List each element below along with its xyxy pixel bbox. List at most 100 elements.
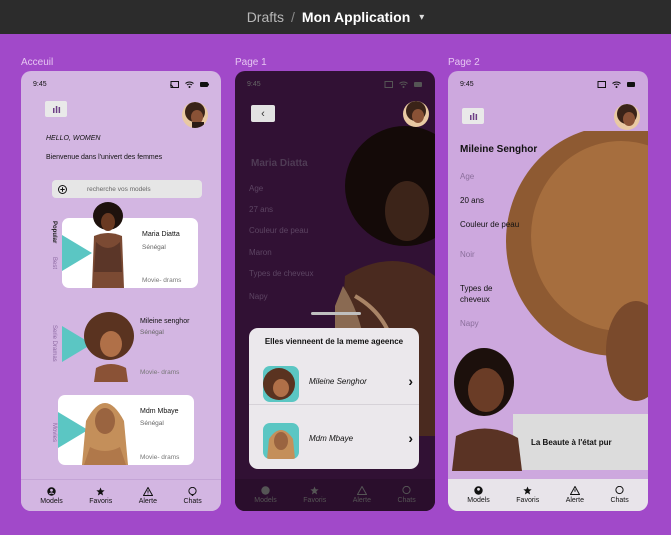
menu-button[interactable] <box>45 101 67 117</box>
chevron-down-icon[interactable]: ▾ <box>419 12 424 23</box>
phone-frame-page2: 9:45 Mileine Senghor Age 20 ans Couleur … <box>448 71 648 511</box>
search-input[interactable]: recherche vos models <box>52 180 202 198</box>
frame-label-page1[interactable]: Page 1 <box>235 57 267 68</box>
model-photo <box>82 403 128 465</box>
tab-favoris[interactable]: Favoris <box>89 486 112 505</box>
cast-icon <box>597 80 606 88</box>
category-best[interactable]: Best <box>51 257 57 269</box>
model-genre: Movie- drams <box>142 277 182 284</box>
tab-chats[interactable]: Chats <box>183 486 202 505</box>
status-time: 9:45 <box>247 80 261 88</box>
model-country: Sénégal <box>142 244 166 251</box>
tab-models[interactable]: Models <box>467 486 490 504</box>
tab-favoris[interactable]: Favoris <box>303 486 326 504</box>
add-circle-icon[interactable] <box>58 184 67 194</box>
model-card[interactable]: Maria Diatta Sénégal Movie- drams <box>62 202 198 288</box>
greeting: HELLO, WOMEN <box>46 135 101 142</box>
chat-bubble-icon <box>188 486 197 496</box>
tab-bar: Models Favoris Alerte Chats <box>448 479 648 511</box>
model-country: Sénégal <box>140 420 164 427</box>
age-label: Age <box>249 184 264 193</box>
model-card[interactable]: Mileine senghor Sénégal Movie- drams <box>62 310 198 382</box>
tab-alerte[interactable]: Alerte <box>566 486 584 504</box>
phone-frame-acceuil: 9:45 HELLO, WOMEN Bienvenue dans l'unive… <box>21 71 221 511</box>
person-icon <box>474 486 483 495</box>
avatar[interactable] <box>182 102 208 128</box>
category-serie-dramas[interactable]: Serie Dramas <box>51 325 57 362</box>
breadcrumb-separator: / <box>291 9 295 25</box>
tab-bar: Models Favoris Alerte Chats <box>235 479 435 511</box>
hair-value: Napy <box>249 292 268 301</box>
status-time: 9:45 <box>33 80 47 88</box>
status-bar: 9:45 <box>448 71 648 97</box>
tab-chats[interactable]: Chats <box>397 486 416 504</box>
project-title[interactable]: Mon Application <box>302 9 410 25</box>
editor-topbar: Drafts / Mon Application ▾ <box>0 0 671 34</box>
category-popular[interactable]: Popular <box>51 221 57 243</box>
hair-value: Napy <box>460 319 479 328</box>
tab-label: Favoris <box>303 497 327 504</box>
agency-model-name: Mdm Mbaye <box>309 434 354 443</box>
skin-value: Maron <box>249 248 272 257</box>
tab-alerte[interactable]: Alerte <box>139 486 157 505</box>
category-movies[interactable]: Movies <box>51 423 57 442</box>
model-genre: Movie- drams <box>140 454 180 461</box>
agency-model-row[interactable]: Mdm Mbaye › <box>249 419 419 461</box>
agency-model-photo <box>263 423 299 459</box>
wifi-icon <box>612 81 621 88</box>
cast-icon <box>384 80 393 88</box>
tab-label: Models <box>467 497 490 504</box>
age-value: 27 ans <box>249 205 274 214</box>
model-card[interactable]: Mdm Mbaye Sénégal Movie- drams <box>58 395 194 465</box>
tab-label: Alerte <box>352 497 371 504</box>
menu-button[interactable] <box>462 108 484 124</box>
tab-label: Favoris <box>516 497 540 504</box>
model-secondary-photo <box>452 348 522 471</box>
status-bar: 9:45 <box>21 71 221 97</box>
hair-label: Types de cheveux <box>460 284 493 304</box>
skin-value: Noir <box>460 250 475 259</box>
tab-label: Alerte <box>565 497 584 504</box>
chevron-left-icon: ‹ <box>261 107 265 120</box>
agency-model-name: Mileine Senghor <box>309 377 367 386</box>
model-country: Sénégal <box>140 329 164 336</box>
wifi-icon <box>399 81 408 88</box>
phone-frame-page1: 9:45 ‹ Maria Diatta Age 27 ans Couleur d… <box>235 71 435 511</box>
tab-chats[interactable]: Chats <box>610 486 629 504</box>
battery-icon <box>200 81 209 87</box>
age-label: Age <box>460 172 475 181</box>
battery-icon <box>414 81 422 87</box>
star-icon <box>310 486 319 495</box>
tab-alerte[interactable]: Alerte <box>353 486 371 504</box>
tab-label: Models <box>254 497 277 504</box>
model-genre: Movie- drams <box>140 369 180 376</box>
person-icon <box>47 486 56 496</box>
star-icon <box>523 486 532 495</box>
breadcrumb-drafts[interactable]: Drafts <box>247 9 284 25</box>
age-value: 20 ans <box>460 196 485 205</box>
star-icon <box>96 486 105 495</box>
alert-triangle-icon <box>569 486 580 495</box>
tab-label: Chats <box>610 497 629 504</box>
skin-label: Couleur de peau <box>460 220 520 229</box>
tab-label: Models <box>40 497 63 505</box>
agency-model-photo <box>263 366 299 402</box>
frame-label-page2[interactable]: Page 2 <box>448 57 480 68</box>
model-photo <box>84 312 134 382</box>
frame-label-acceuil[interactable]: Acceuil <box>21 57 53 68</box>
alert-triangle-icon <box>356 486 367 495</box>
tagline: La Beaute à l'état pur <box>531 438 612 447</box>
tab-bar: Models Favoris Alerte Chats <box>21 479 221 511</box>
agency-model-row[interactable]: Mileine Senghor › <box>249 362 419 405</box>
tab-label: Chats <box>183 497 202 505</box>
avatar[interactable] <box>614 104 640 130</box>
cast-icon <box>170 80 179 88</box>
back-button[interactable]: ‹ <box>251 105 275 122</box>
tab-favoris[interactable]: Favoris <box>516 486 539 504</box>
hair-label: Types de cheveux <box>249 269 314 278</box>
tab-models[interactable]: Models <box>40 486 63 505</box>
avatar[interactable] <box>403 101 429 127</box>
sheet-handle[interactable] <box>311 312 361 315</box>
model-name: Mileine senghor <box>140 318 190 325</box>
tab-models[interactable]: Models <box>254 486 277 504</box>
